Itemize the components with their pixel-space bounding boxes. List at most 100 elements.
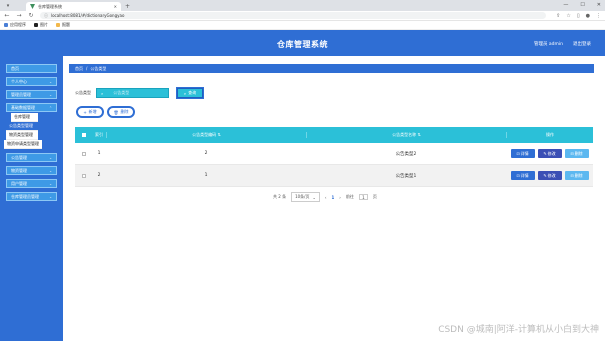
sidebar-item-home[interactable]: 首页 bbox=[6, 64, 57, 73]
maximize-icon[interactable]: ☐ bbox=[580, 2, 584, 8]
sidebar-item-label: 用户管理 bbox=[11, 180, 27, 186]
edit-icon: ✎ bbox=[543, 173, 547, 178]
add-button-label: 新增 bbox=[88, 109, 97, 114]
tab-search-icon[interactable]: ▾ bbox=[4, 2, 12, 10]
toolbar-icons: ⇪ ☆ ▯ ● ⋮ bbox=[556, 13, 601, 19]
bookmark-label: 报题 bbox=[62, 22, 70, 27]
delete-button[interactable]: 🗑 删除 bbox=[107, 106, 135, 118]
info-icon[interactable]: ⓘ bbox=[44, 13, 48, 19]
goto-input[interactable]: 1 bbox=[358, 194, 368, 200]
edit-button[interactable]: ✎ 修改 bbox=[537, 149, 562, 158]
bookmarks-bar: 应用程序 图片 报题 bbox=[0, 21, 605, 30]
trash-icon: 🗑 bbox=[113, 109, 119, 115]
search-icon: ⌕ bbox=[183, 90, 187, 96]
sidebar-item-label: 公告管理 bbox=[11, 154, 27, 160]
sidebar-item-warehouse-admins[interactable]: 仓库管理员管理 ⌄ bbox=[6, 192, 57, 201]
chevron-down-icon: ⌄ bbox=[312, 194, 316, 200]
sidebar-item-users[interactable]: 用户管理 ⌄ bbox=[6, 179, 57, 188]
detail-button[interactable]: ⊡ 详情 bbox=[510, 171, 535, 180]
row-check-cell bbox=[75, 151, 92, 156]
col-name-label: 公告类型名称 bbox=[392, 132, 417, 137]
bookmark-apps[interactable]: 应用程序 bbox=[4, 22, 26, 28]
sidebar-item-label: 基础数据管理 bbox=[11, 104, 35, 110]
row-code: 1 bbox=[204, 173, 208, 178]
sidebar-item-profile[interactable]: 个人中心 ⌄ bbox=[6, 77, 57, 86]
current-user: 管理员 admin bbox=[533, 42, 563, 47]
table-row: 2 1 公告类型1 ⊡ 详情 ✎ 修改 ⊟ 删除 bbox=[75, 165, 593, 187]
search-button-label: 查询 bbox=[188, 90, 197, 95]
new-tab-icon[interactable]: + bbox=[125, 3, 130, 10]
vue-favicon-icon bbox=[30, 4, 35, 9]
sidebar-icon[interactable]: ▯ bbox=[577, 13, 580, 19]
minimize-icon[interactable]: — bbox=[563, 2, 568, 8]
search-placeholder: 公告类型 bbox=[113, 90, 130, 95]
browser-tab[interactable]: 仓库管理系统 ✕ bbox=[26, 2, 121, 11]
breadcrumb-home[interactable]: 首页 bbox=[75, 66, 83, 72]
bookmark-label: 应用程序 bbox=[10, 22, 26, 27]
bookmark-images[interactable]: 图片 bbox=[34, 22, 48, 28]
back-icon[interactable]: ← bbox=[4, 12, 10, 19]
col-ops: 操作 bbox=[506, 132, 593, 138]
select-all-checkbox[interactable] bbox=[81, 133, 86, 137]
plus-icon: + bbox=[83, 109, 87, 115]
close-tab-icon[interactable]: ✕ bbox=[114, 4, 117, 9]
row-checkbox[interactable] bbox=[81, 151, 86, 156]
page-size-select[interactable]: 10条/页 ⌄ bbox=[291, 192, 320, 202]
header-user-area: 管理员 admin 退出登录 bbox=[534, 41, 591, 47]
detail-icon: ⊡ bbox=[516, 173, 520, 178]
detail-label: 详情 bbox=[520, 172, 529, 178]
sidebar-item-materials[interactable]: 物资管理 ⌄ bbox=[6, 166, 57, 175]
folder-icon bbox=[56, 23, 60, 27]
col-code[interactable]: 公告类型编码 ⇅ bbox=[106, 132, 306, 138]
row-delete-button[interactable]: ⊟ 删除 bbox=[564, 149, 589, 158]
chevron-down-icon: ⌄ bbox=[49, 168, 52, 173]
chevron-down-icon: ⌄ bbox=[49, 181, 52, 186]
sidebar-item-admins[interactable]: 管理员管理 ⌄ bbox=[6, 90, 57, 99]
submenu-application-type[interactable]: 物资申请类型管理 bbox=[4, 140, 42, 149]
detail-button[interactable]: ⊡ 详情 bbox=[510, 149, 535, 158]
chevron-down-icon: ⌄ bbox=[49, 92, 52, 97]
row-checkbox[interactable] bbox=[81, 173, 86, 178]
search-button[interactable]: ⌕ 查询 bbox=[176, 87, 204, 99]
logout-link[interactable]: 退出登录 bbox=[573, 41, 591, 47]
reload-icon[interactable]: ↻ bbox=[28, 12, 34, 19]
address-bar[interactable]: ⓘ localhost:8081/#/dictionaryGongyao bbox=[40, 12, 547, 19]
trash-icon: ⊟ bbox=[570, 151, 574, 156]
breadcrumb-current: 公告类型 bbox=[90, 65, 107, 71]
col-name[interactable]: 公告类型名称 ⇅ bbox=[306, 132, 506, 138]
search-input[interactable]: ⌕ 公告类型 bbox=[96, 88, 169, 98]
breadcrumb-separator: / bbox=[86, 66, 88, 71]
edit-button[interactable]: ✎ 修改 bbox=[537, 171, 562, 180]
submenu-warehouse[interactable]: 仓库管理 bbox=[11, 113, 38, 122]
star-icon[interactable]: ☆ bbox=[566, 13, 570, 19]
submenu-notice-type[interactable]: 公告类型管理 bbox=[6, 122, 38, 131]
forward-icon[interactable]: → bbox=[16, 12, 22, 19]
profile-icon[interactable]: ● bbox=[586, 13, 590, 19]
close-window-icon[interactable]: ✕ bbox=[597, 2, 601, 8]
bookmark-folder[interactable]: 报题 bbox=[56, 22, 70, 28]
search-row: 公告类型 ⌕ 公告类型 ⌕ 查询 bbox=[75, 87, 204, 99]
edit-label: 修改 bbox=[547, 150, 556, 156]
current-page[interactable]: 1 bbox=[332, 195, 335, 200]
image-icon bbox=[34, 23, 38, 27]
action-row: + 新增 🗑 删除 bbox=[76, 106, 135, 118]
next-page-icon[interactable]: › bbox=[339, 195, 341, 200]
pagination: 共 2 条 10条/页 ⌄ ‹ 1 › 前往 1 页 bbox=[273, 192, 377, 202]
submenu-material-type[interactable]: 物资类型管理 bbox=[6, 131, 38, 140]
menu-icon[interactable]: ⋮ bbox=[596, 13, 601, 19]
search-icon: ⌕ bbox=[101, 90, 104, 96]
sidebar-item-label: 管理员管理 bbox=[11, 91, 31, 97]
add-button[interactable]: + 新增 bbox=[76, 106, 104, 118]
sidebar-item-base-data[interactable]: 基础数据管理 ⌃ bbox=[6, 103, 57, 112]
browser-tab-bar: ▾ 仓库管理系统 ✕ + — ☐ ✕ bbox=[0, 0, 605, 11]
prev-page-icon[interactable]: ‹ bbox=[325, 195, 327, 200]
detail-label: 详情 bbox=[520, 150, 529, 156]
row-name: 公告类型2 bbox=[395, 151, 417, 157]
share-icon[interactable]: ⇪ bbox=[556, 13, 560, 19]
chevron-up-icon: ⌃ bbox=[49, 105, 52, 110]
row-delete-button[interactable]: ⊟ 删除 bbox=[564, 171, 589, 180]
sidebar-item-notices[interactable]: 公告管理 ⌄ bbox=[6, 153, 57, 162]
chevron-down-icon: ⌄ bbox=[49, 155, 52, 160]
tab-title: 仓库管理系统 bbox=[38, 3, 62, 9]
sidebar-item-label: 首页 bbox=[11, 65, 19, 71]
